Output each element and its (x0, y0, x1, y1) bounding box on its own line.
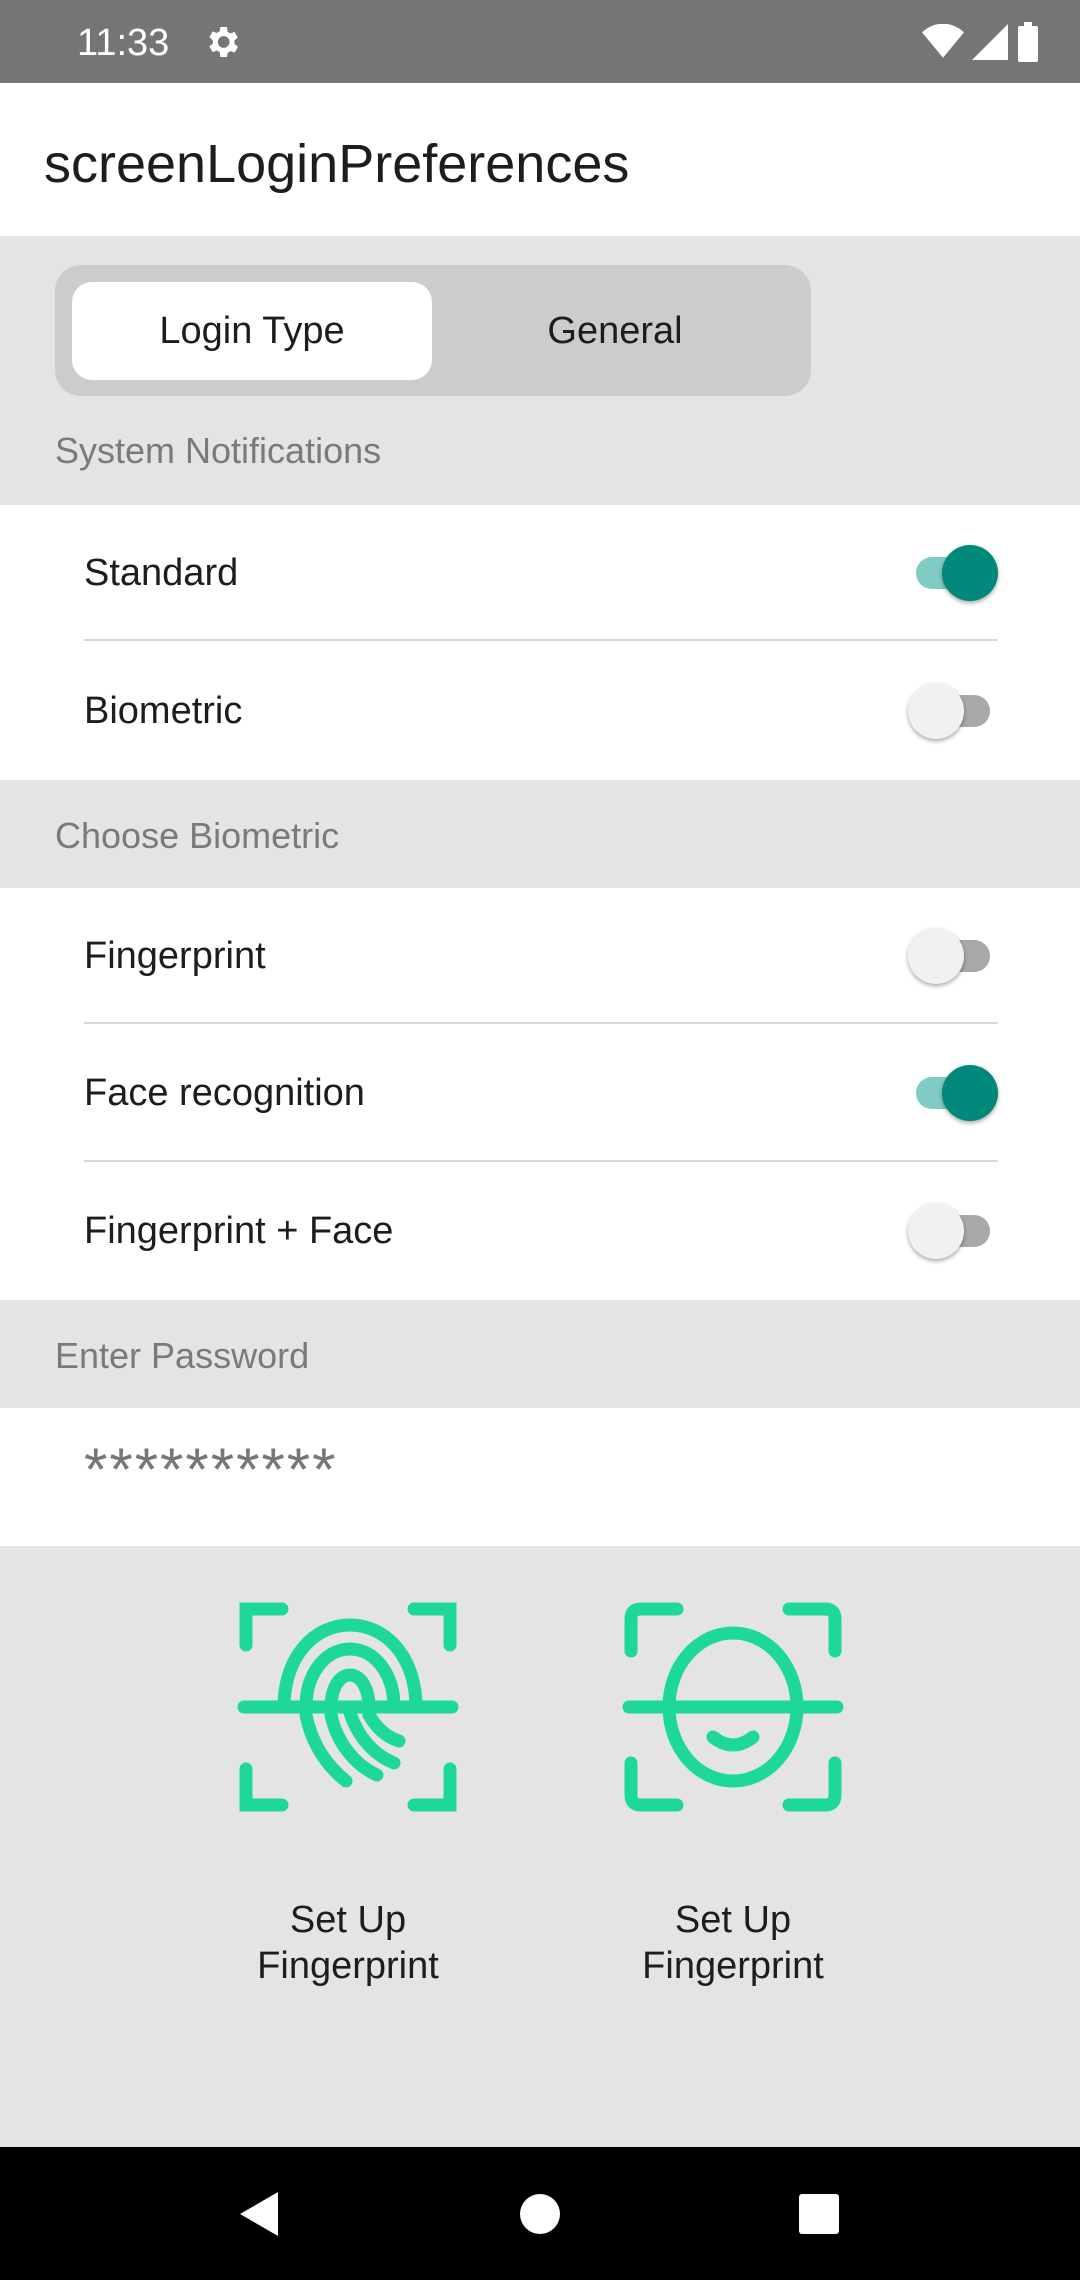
setting-row-fingerprint-face[interactable]: Fingerprint + Face (84, 1163, 998, 1299)
battery-icon (1018, 22, 1038, 62)
back-button[interactable] (193, 2147, 326, 2280)
settings-gear-icon (209, 27, 238, 57)
setting-row-face-recognition[interactable]: Face recognition (84, 1025, 998, 1161)
standard-toggle[interactable] (908, 545, 998, 601)
home-circle-icon (519, 2193, 560, 2234)
setting-row-standard[interactable]: Standard (84, 505, 998, 641)
tab-login-type[interactable]: Login Type (72, 282, 432, 380)
face-scan-icon (622, 1602, 844, 1812)
face-recognition-toggle[interactable] (908, 1065, 998, 1121)
divider (84, 1160, 998, 1162)
recents-square-icon (798, 2193, 839, 2234)
tab-switcher: Login Type General (55, 265, 811, 396)
setup-face-button[interactable]: Set Up Fingerprint (613, 1595, 853, 1989)
setup-face-label: Set Up Fingerprint (642, 1899, 824, 1987)
password-field[interactable]: ********** (84, 1435, 338, 1504)
setting-label: Biometric (84, 689, 243, 732)
tab-general[interactable]: General (435, 282, 795, 380)
setting-row-biometric[interactable]: Biometric (84, 643, 998, 779)
status-bar: 11:33 (0, 0, 1080, 83)
section-header-choose-biometric: Choose Biometric (55, 815, 340, 856)
status-time: 11:33 (77, 22, 170, 64)
page-title: screenLoginPreferences (44, 134, 630, 194)
setting-row-fingerprint[interactable]: Fingerprint (84, 888, 998, 1024)
section-header-system-notifications: System Notifications (55, 430, 382, 471)
section-header-enter-password: Enter Password (55, 1335, 310, 1376)
app-bar: screenLoginPreferences (0, 83, 1080, 236)
divider (84, 1022, 998, 1024)
system-nav-bar (0, 2147, 1080, 2280)
setting-label: Standard (84, 551, 239, 594)
fingerprint-toggle[interactable] (908, 928, 998, 984)
setting-label: Face recognition (84, 1071, 365, 1114)
setting-label: Fingerprint (84, 934, 266, 977)
home-button[interactable] (473, 2147, 606, 2280)
setting-label: Fingerprint + Face (84, 1209, 394, 1252)
setup-fingerprint-label: Set Up Fingerprint (257, 1899, 439, 1987)
biometric-toggle[interactable] (908, 683, 998, 739)
setup-fingerprint-button[interactable]: Set Up Fingerprint (228, 1595, 468, 1989)
cell-signal-icon (972, 24, 1008, 60)
recents-button[interactable] (752, 2147, 885, 2280)
wifi-icon (922, 24, 964, 58)
back-triangle-icon (239, 2191, 278, 2236)
divider (84, 639, 998, 641)
fingerprint-scan-icon (237, 1602, 459, 1812)
fingerprint-face-toggle[interactable] (908, 1203, 998, 1259)
